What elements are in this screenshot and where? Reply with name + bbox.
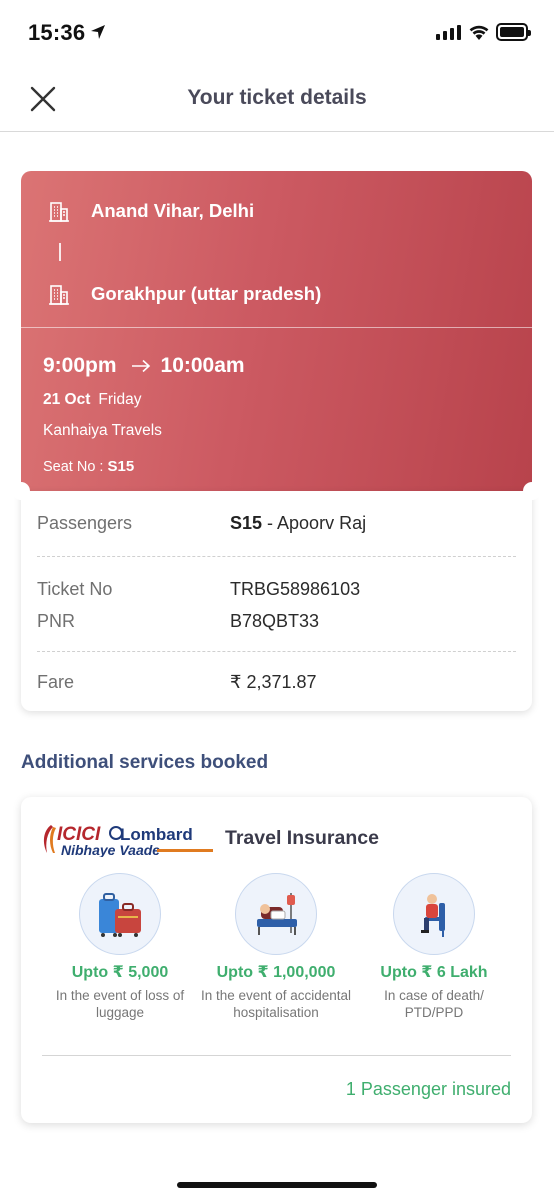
dashed-divider bbox=[37, 556, 516, 557]
location-arrow-icon bbox=[91, 25, 105, 39]
ticket-details-panel: Passengers S15 - Apoorv Raj Ticket No TR… bbox=[21, 491, 532, 711]
arrival-time: 10:00am bbox=[160, 354, 245, 377]
journey-date: 21 Oct Friday bbox=[43, 391, 141, 409]
insured-count: 1 Passenger insured bbox=[345, 1079, 511, 1099]
day: Friday bbox=[98, 391, 142, 408]
benefit-description: In the event of loss of luggage bbox=[55, 988, 185, 1020]
icici-lombard-logo: ICICI Lombard Nibhaye Vaade bbox=[43, 824, 213, 857]
hospital-bed-icon bbox=[257, 893, 297, 935]
pnr-value: B78QBT33 bbox=[230, 611, 320, 631]
building-icon bbox=[49, 202, 69, 222]
fare-value: ₹ 2,371.87 bbox=[230, 672, 317, 692]
arrow-right-icon bbox=[131, 359, 150, 373]
dashed-divider bbox=[37, 651, 516, 652]
status-time: 15:36 bbox=[28, 20, 86, 45]
destination-row: Gorakhpur (uttar pradesh) bbox=[47, 282, 321, 306]
fare-label: Fare bbox=[37, 672, 75, 692]
home-indicator[interactable] bbox=[177, 1182, 377, 1188]
wifi-icon bbox=[469, 25, 489, 40]
ticket-notch bbox=[12, 482, 30, 500]
battery-icon bbox=[496, 23, 531, 41]
app-header: Your ticket details bbox=[0, 64, 554, 132]
insurance-title: Travel Insurance bbox=[225, 827, 379, 849]
passengers-label: Passengers bbox=[37, 513, 133, 533]
ticket-notch bbox=[523, 482, 541, 500]
building-icon bbox=[49, 285, 69, 305]
benefit-icon-circle bbox=[79, 873, 161, 955]
passenger-name: - Apoorv Raj bbox=[262, 513, 367, 533]
passenger-value: S15 - Apoorv Raj bbox=[230, 513, 366, 534]
cellular-signal-icon bbox=[436, 25, 461, 40]
benefit-amount: Upto ₹ 1,00,000 bbox=[216, 964, 336, 981]
origin-row: Anand Vihar, Delhi bbox=[47, 199, 254, 223]
divider bbox=[42, 1055, 511, 1056]
divider bbox=[21, 327, 532, 328]
status-bar: 15:36 bbox=[0, 0, 554, 64]
benefit-icon-circle bbox=[393, 873, 475, 955]
wheelchair-icon bbox=[421, 894, 445, 937]
benefit-icon-circle bbox=[235, 873, 317, 955]
page-title: Your ticket details bbox=[187, 86, 367, 109]
destination-city: Gorakhpur (uttar pradesh) bbox=[91, 283, 322, 304]
ticket-no-value: TRBG58986103 bbox=[230, 579, 361, 599]
origin-city: Anand Vihar, Delhi bbox=[91, 200, 255, 221]
bus-operator: Kanhaiya Travels bbox=[43, 422, 162, 439]
passenger-seat: S15 bbox=[230, 513, 263, 533]
departure-time: 9:00pm bbox=[43, 354, 117, 377]
insurance-card: ICICI Lombard Nibhaye Vaade Travel Insur… bbox=[21, 797, 532, 1123]
benefit-amount: Upto ₹ 5,000 bbox=[71, 964, 169, 981]
ticket-no-label: Ticket No bbox=[37, 579, 113, 599]
benefit-amount: Upto ₹ 6 Lakh bbox=[380, 964, 488, 981]
seat-info: Seat No : S15 bbox=[43, 458, 134, 475]
luggage-icon bbox=[99, 893, 141, 937]
section-title: Additional services booked bbox=[21, 752, 269, 773]
seat-number: S15 bbox=[107, 458, 135, 475]
date: 21 Oct bbox=[43, 391, 91, 408]
journey-times: 9:00pm 10:00am bbox=[43, 354, 245, 378]
route-connector bbox=[59, 243, 61, 261]
benefit-luggage: Upto ₹ 5,000 In the event of loss of lug… bbox=[40, 873, 200, 1021]
benefit-hospitalisation: Upto ₹ 1,00,000 In the event of accident… bbox=[196, 873, 356, 1021]
seat-label: Seat No : bbox=[43, 459, 108, 475]
pnr-label: PNR bbox=[37, 611, 76, 631]
benefit-description: In the event of accidental hospitalisati… bbox=[200, 988, 352, 1020]
svg-text:Nibhaye Vaade: Nibhaye Vaade bbox=[61, 842, 160, 857]
benefit-description: In case of death/ PTD/PPD bbox=[384, 988, 484, 1020]
ticket-card: Anand Vihar, Delhi Gorakhpur (uttar prad… bbox=[12, 171, 541, 711]
ticket-journey-panel: Anand Vihar, Delhi Gorakhpur (uttar prad… bbox=[21, 171, 532, 491]
benefit-death-ptd: Upto ₹ 6 Lakh In case of death/ PTD/PPD bbox=[354, 873, 514, 1021]
